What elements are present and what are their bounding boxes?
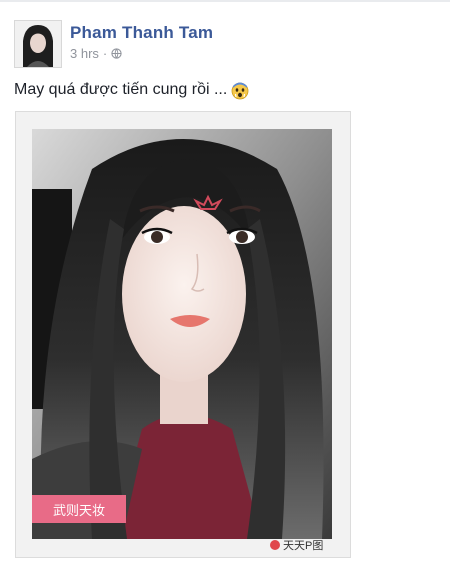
watermark-text: 天天P图 — [283, 540, 324, 552]
separator-dot: · — [102, 46, 108, 61]
top-divider — [0, 0, 450, 2]
avatar[interactable] — [14, 20, 62, 68]
fearful-face-emoji-icon — [231, 82, 249, 100]
makeup-tag-badge: 武则天妆 — [32, 495, 126, 523]
watermark-logo-icon — [270, 540, 280, 550]
avatar-image — [15, 21, 61, 67]
portrait-illustration — [32, 129, 332, 539]
status-text: May quá được tiến cung rồi ... — [14, 81, 228, 98]
post-photo[interactable] — [32, 129, 332, 539]
globe-icon[interactable] — [111, 48, 122, 59]
post-time[interactable]: 3 hrs — [70, 46, 99, 61]
app-watermark: 天天P图 — [270, 536, 323, 554]
post-meta: 3 hrs · — [70, 46, 122, 61]
author-name[interactable]: Pham Thanh Tam — [70, 23, 213, 43]
post-status: May quá được tiến cung rồi ... — [14, 80, 250, 100]
